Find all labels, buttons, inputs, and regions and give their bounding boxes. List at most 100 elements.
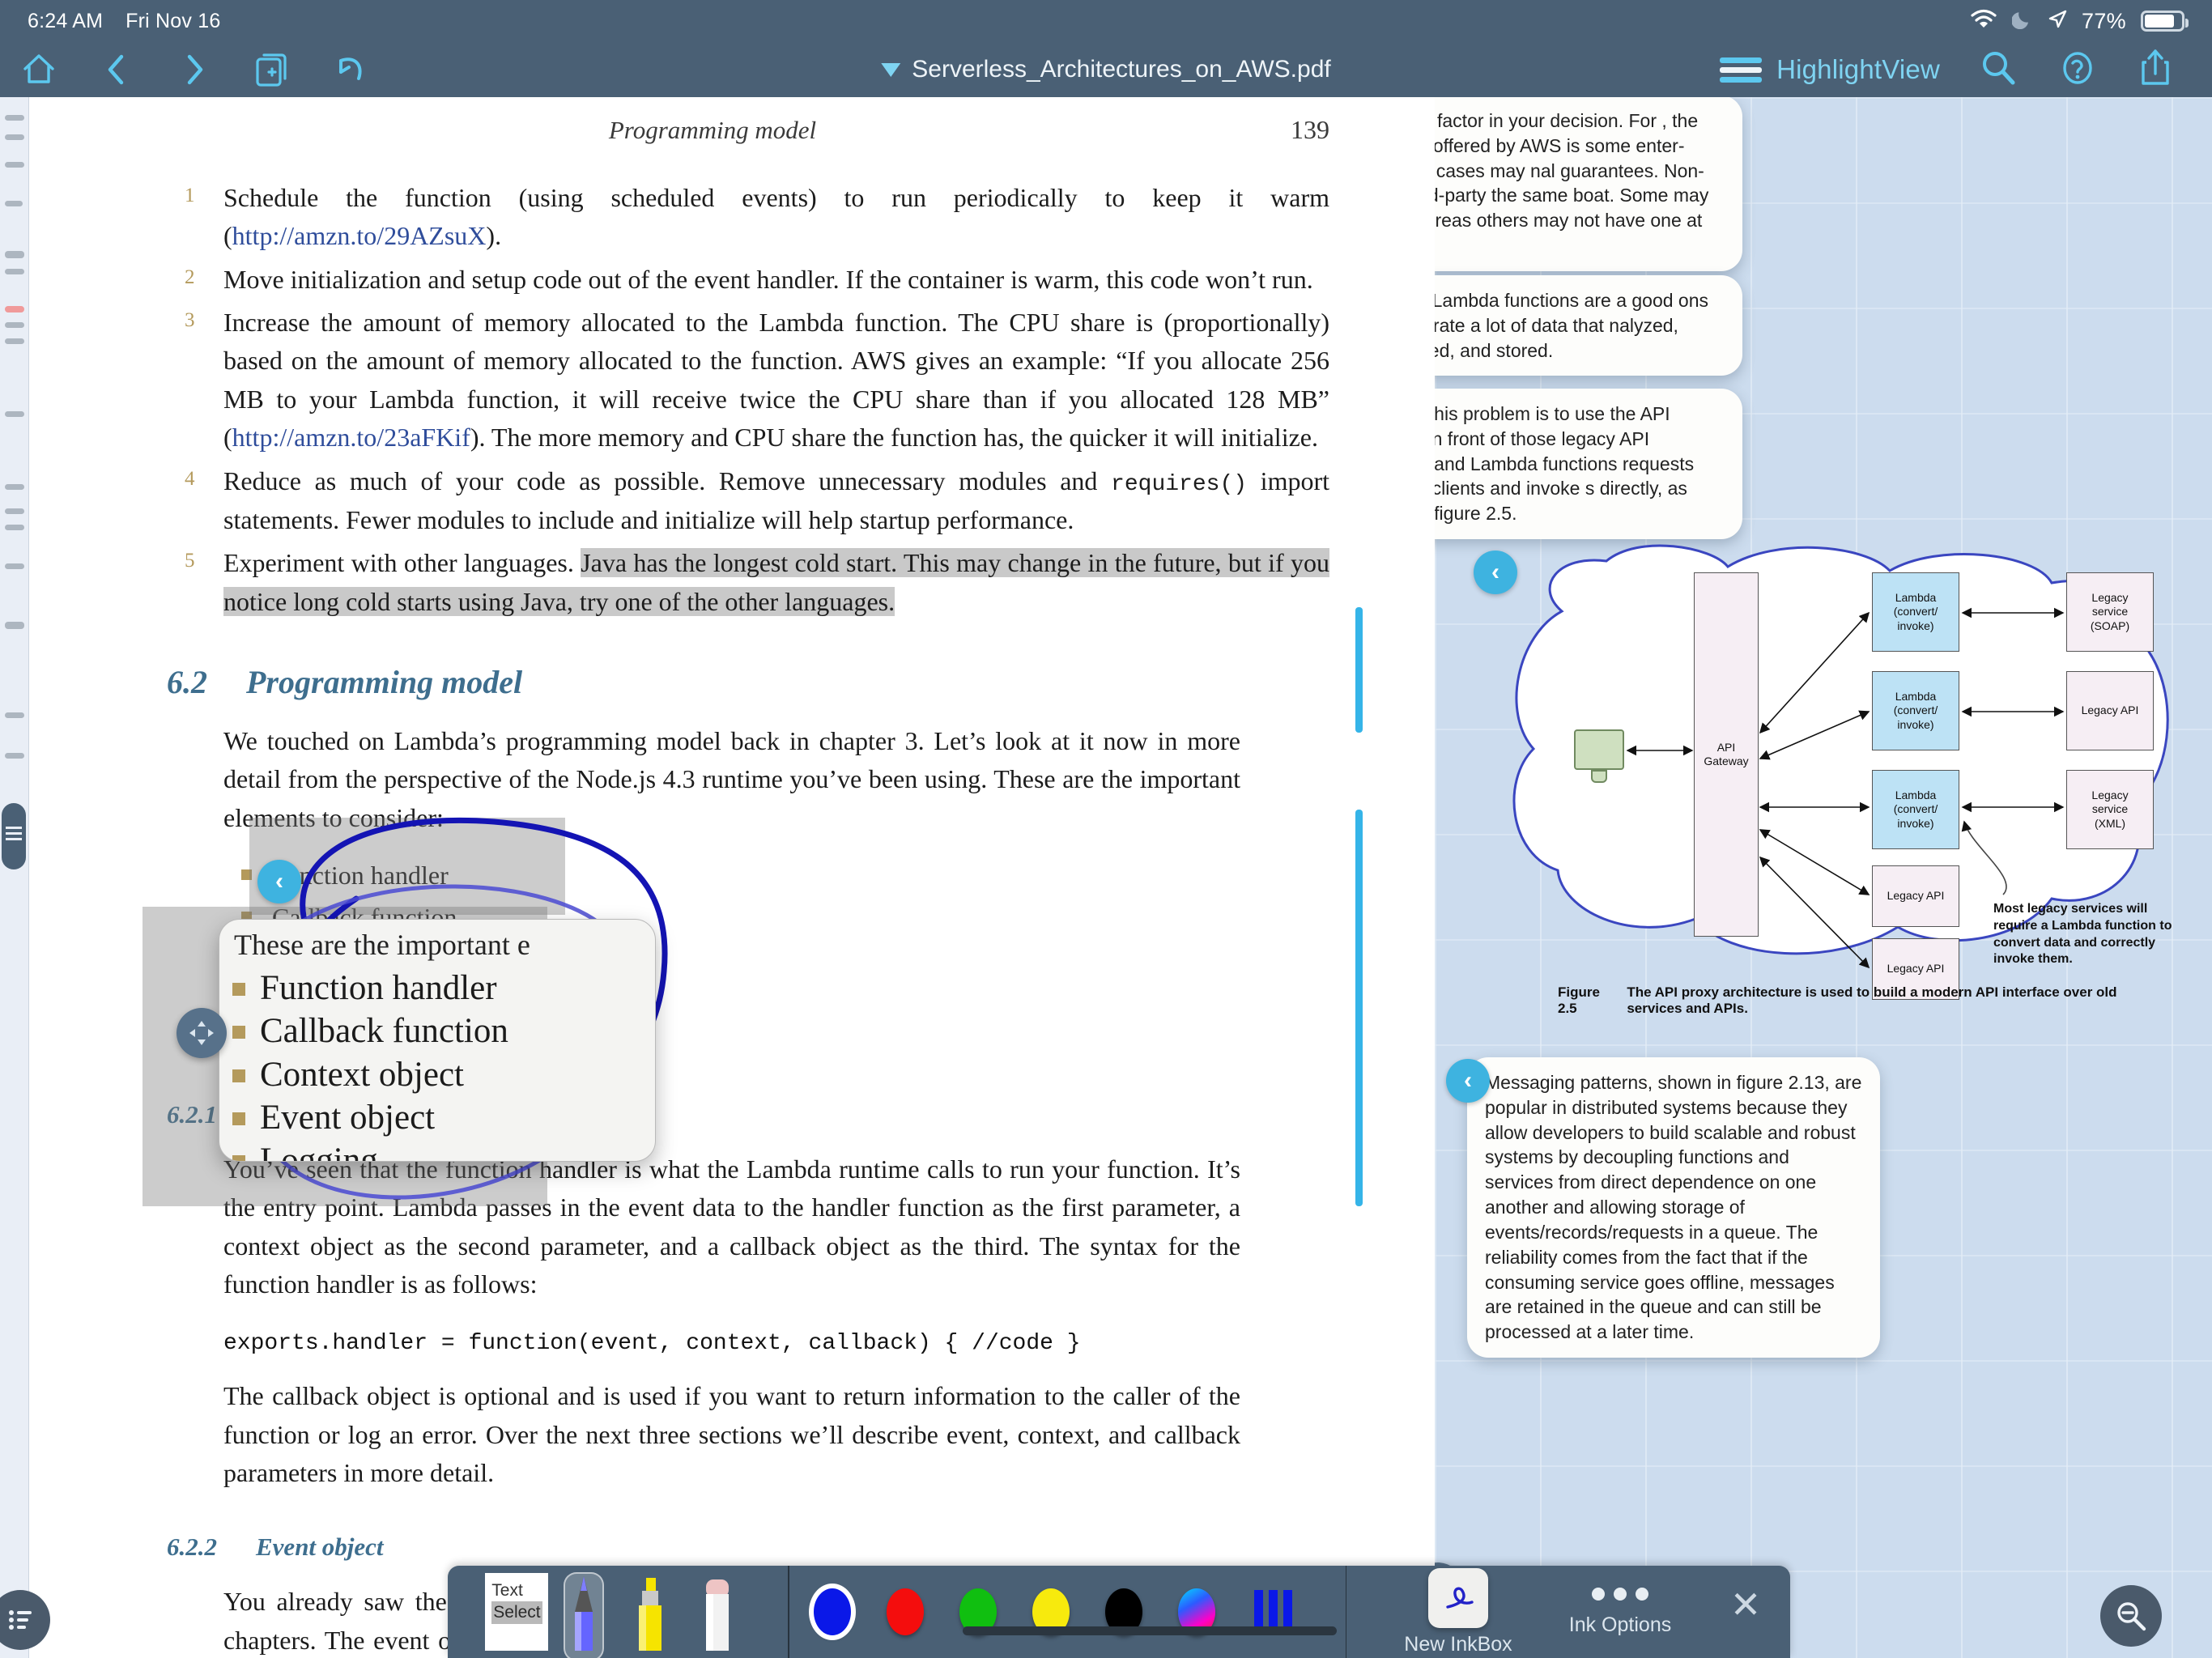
forward-button[interactable] [155, 42, 233, 97]
note-card[interactable]: Messaging patterns, shown in figure 2.13… [1467, 1057, 1880, 1358]
page-minimap-rail[interactable] [0, 97, 29, 1658]
figure-caption: Figure 2.5 The API proxy architecture is… [1558, 984, 2173, 1017]
figure-annotation: Most legacy services will require a Lamb… [1993, 901, 2180, 968]
note-card[interactable]: may be a factor in your decision. For , … [1435, 97, 1742, 271]
ink-options-button[interactable]: Ink Options [1539, 1587, 1701, 1637]
figure-caption-text: The API proxy architecture is used to bu… [1627, 984, 2117, 1016]
status-bar: 6:24 AM Fri Nov 16 77% [0, 0, 2212, 42]
legacy-service-label: Legacy service (SOAP) [2090, 590, 2130, 632]
share-button[interactable] [2136, 46, 2175, 94]
numbered-list-item: 5 Experiment with other languages. Java h… [185, 544, 1329, 621]
highlighter-tool-button[interactable] [617, 1566, 684, 1658]
inline-link[interactable]: http://amzn.to/23aFKif [232, 423, 470, 452]
inline-code: requires() [1111, 471, 1248, 497]
inline-text: ). The more memory and CPU share the fun… [470, 423, 1318, 453]
ink-width-slider[interactable] [963, 1626, 1337, 1635]
highlighter-icon [639, 1578, 662, 1651]
magnifier-bullet-item: Context object [232, 1053, 655, 1096]
subsection-title: Event object [256, 1533, 384, 1562]
annotation-prev-chevron-left-page[interactable]: ‹ [257, 860, 301, 903]
inline-text: Experiment with other languages. [223, 548, 581, 578]
diagram-lambda-2: Lambda (convert/ invoke) [1872, 671, 1959, 750]
status-bar-right: 77% [1970, 8, 2189, 35]
page-running-head: Programming model 139 [29, 97, 1435, 145]
color-swatch-blue[interactable] [813, 1588, 851, 1635]
status-time: 6:24 AM [28, 9, 104, 32]
list-item-number: 1 [185, 185, 195, 206]
magnifier-loupe[interactable]: These are the important e Function handl… [219, 919, 656, 1162]
legacy-api-label: Legacy API [1887, 889, 1945, 903]
new-inkbox-label: New InkBox [1404, 1632, 1512, 1656]
magnifier-bullet-item: Event object [232, 1096, 655, 1139]
color-swatch-red[interactable] [886, 1588, 924, 1635]
highlight-marker-bar[interactable] [1355, 607, 1363, 733]
highlight-marker-bar[interactable] [1355, 810, 1363, 1206]
magnifier-context-line: These are the important e [234, 929, 530, 961]
pen-tool-button[interactable] [551, 1566, 618, 1658]
note-text: may be a factor in your decision. For , … [1435, 110, 1709, 232]
new-document-button[interactable] [233, 42, 311, 97]
subsection-number: 6.2.2 [167, 1533, 217, 1562]
magnifier-bullet-list: Function handler Callback function Context… [232, 967, 655, 1161]
document-title-button[interactable]: Serverless_Architectures_on_AWS.pdf [881, 42, 1331, 97]
document-title: Serverless_Architectures_on_AWS.pdf [912, 56, 1331, 83]
highlight-view-button[interactable]: HighlightView [1720, 54, 1940, 85]
inkbox-scribble-icon [1428, 1567, 1488, 1628]
inline-text: Reduce as much of your code as possible.… [223, 466, 1112, 495]
eraser-tool-button[interactable] [684, 1566, 751, 1658]
figure-jump-chevron-left[interactable]: ‹ [1474, 551, 1517, 594]
note-card[interactable]: alleviate this problem is to use the API… [1435, 389, 1742, 540]
new-inkbox-button[interactable]: New InkBox [1377, 1567, 1539, 1656]
search-button[interactable] [1977, 47, 2019, 93]
highlight-view-label: HighlightView [1776, 54, 1940, 84]
lambda-label: Lambda (convert/ invoke) [1893, 788, 1938, 830]
figure-cloud-card[interactable]: API Gateway Lambda (convert/ invoke) Lam… [1485, 538, 2197, 1000]
section-heading-6-2-2: 6.2.2 Event object [167, 1533, 1435, 1562]
diagram-legacy-xml: Legacy service (XML) [2066, 770, 2154, 849]
note-jump-chevron-left[interactable]: ‹ [1446, 1059, 1490, 1103]
section-heading-6-2: 6.2 Programming model [167, 663, 1435, 701]
figure-caption-label: Figure 2.5 [1558, 984, 1600, 1016]
pdf-page[interactable]: Programming model 139 1 Schedule the func… [29, 97, 1435, 1658]
diagram-legacy-api-right: Legacy API [2066, 671, 2154, 750]
highlight-view-panel[interactable]: may be a factor in your decision. For , … [1435, 97, 2212, 1658]
lambda-label: Lambda (convert/ invoke) [1893, 590, 1938, 632]
numbered-list-item: 2 Move initialization and setup code out … [185, 261, 1329, 299]
back-button[interactable] [78, 42, 155, 97]
numbered-list: 1 Schedule the function (using scheduled … [185, 179, 1329, 621]
text-select-tool-button[interactable]: Text Select [483, 1566, 551, 1658]
home-button[interactable] [0, 42, 78, 97]
zoom-out-icon [2117, 1602, 2146, 1631]
inline-text: ). [486, 221, 502, 251]
note-text: alleviate this problem is to use the API… [1435, 403, 1695, 525]
inline-link[interactable]: http://amzn.to/29AZsuX [232, 221, 487, 250]
moon-icon [2011, 8, 2033, 35]
chevron-down-icon [881, 62, 901, 77]
magnifier-bullet-item: Callback function [232, 1010, 655, 1052]
note-text: Messaging patterns, shown in figure 2.13… [1485, 1072, 1862, 1343]
inline-text: Move initialization and setup code out o… [223, 264, 1313, 294]
section-title: Programming model [246, 664, 523, 701]
paragraph-6-2-1b: The callback object is optional and is u… [223, 1381, 1240, 1488]
text-select-icon: Text Select [485, 1573, 549, 1651]
battery-icon [2141, 11, 2189, 32]
text-select-line1: Text [491, 1581, 523, 1600]
close-ink-toolbar-button[interactable]: ✕ [1701, 1583, 1790, 1626]
zoom-out-button[interactable] [2100, 1585, 2162, 1647]
undo-button[interactable] [311, 42, 389, 97]
api-gateway-label: API Gateway [1704, 740, 1749, 768]
drag-handle-icon[interactable] [177, 1008, 227, 1058]
numbered-list-item: 1 Schedule the function (using scheduled … [185, 179, 1329, 256]
code-sample: exports.handler = function(event, contex… [223, 1331, 1081, 1357]
magnifier-bullet-item: Logging [232, 1139, 655, 1161]
note-card[interactable]: ams and Lambda functions are a good ons … [1435, 275, 1742, 376]
eraser-icon [705, 1579, 729, 1651]
minimap-scroll-thumb[interactable] [2, 803, 26, 869]
legacy-api-label: Legacy API [1887, 962, 1945, 976]
app-toolbar: Serverless_Architectures_on_AWS.pdf High… [0, 42, 2212, 97]
toolbar-right-group: HighlightView [1720, 46, 2175, 94]
diagram-legacy-api-left-1: Legacy API [1872, 865, 1959, 927]
numbered-list-item: 3 Increase the amount of memory allocated… [185, 304, 1329, 457]
legacy-service-label: Legacy service (XML) [2091, 788, 2129, 830]
help-button[interactable] [2057, 47, 2099, 93]
